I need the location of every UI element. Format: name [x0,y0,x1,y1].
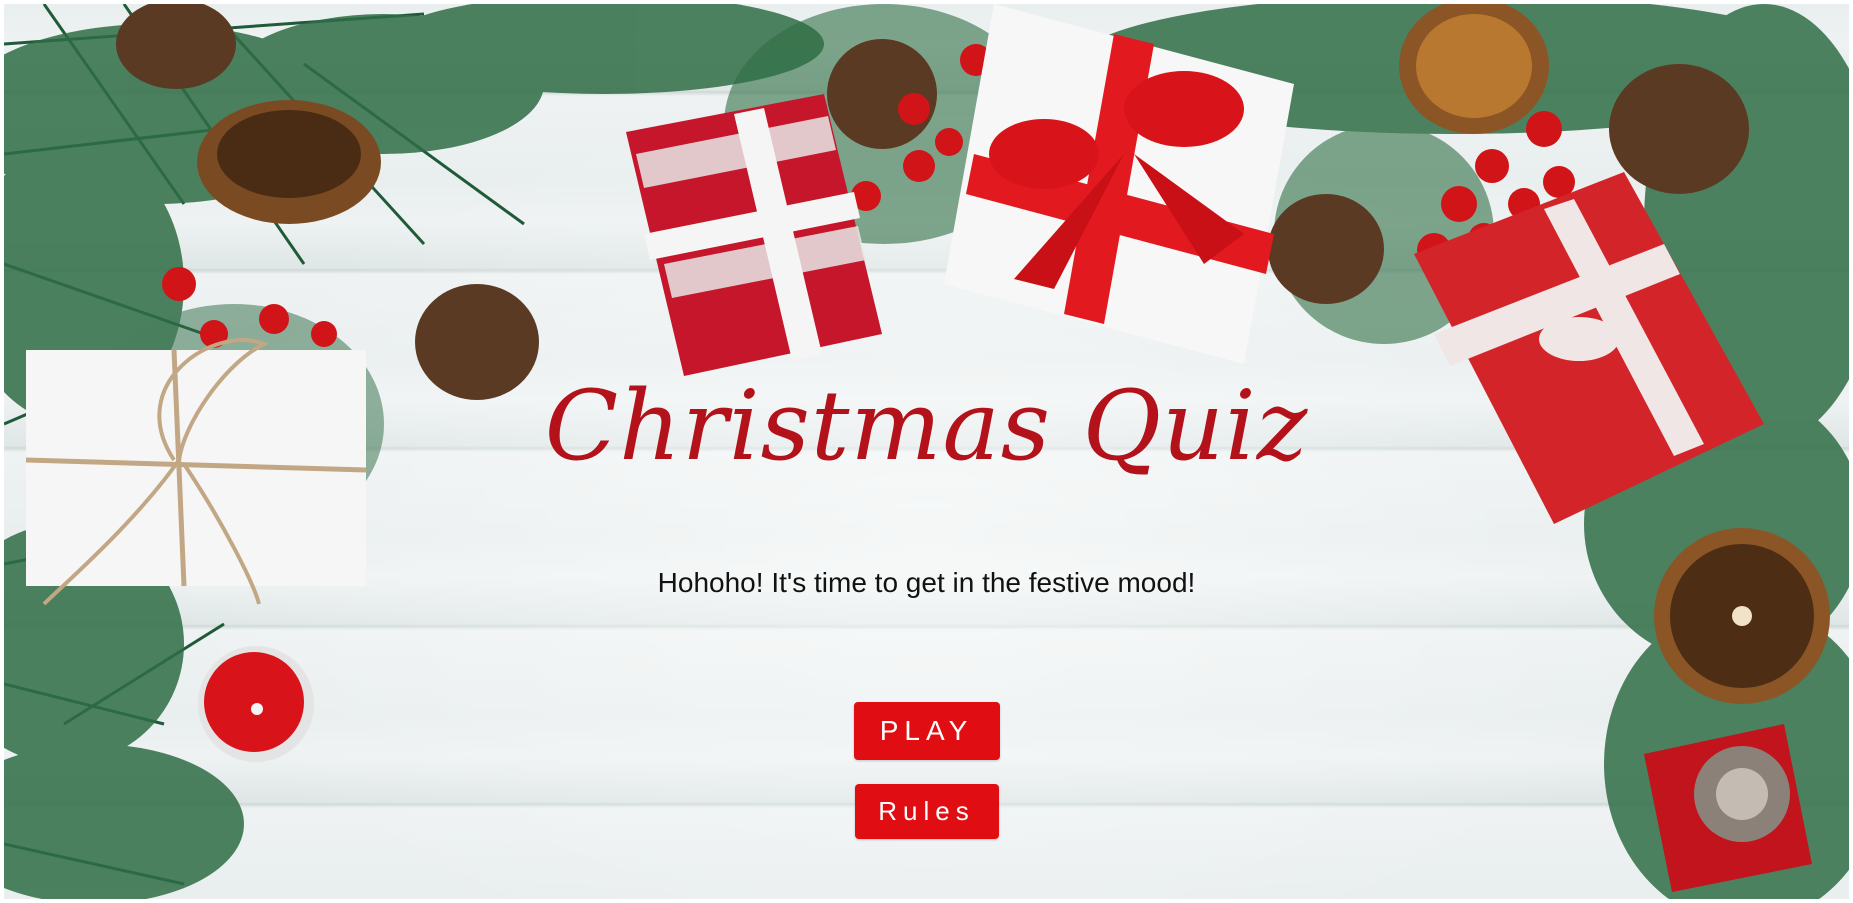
page-title: Christmas Quiz [544,370,1309,482]
play-button[interactable]: PLAY [853,702,1000,760]
quiz-start-page: Christmas Quiz Hohoho! It's time to get … [0,0,1853,903]
tealight-candle-icon [198,646,314,762]
dried-orange-slice-icon [197,100,381,224]
dried-orange-slice-icon [1399,4,1549,134]
rules-button[interactable]: Rules [854,784,999,839]
page-subtitle: Hohoho! It's time to get in the festive … [657,567,1196,598]
dried-orange-slice-icon [1654,528,1830,704]
gift-box-icon [1644,724,1812,892]
